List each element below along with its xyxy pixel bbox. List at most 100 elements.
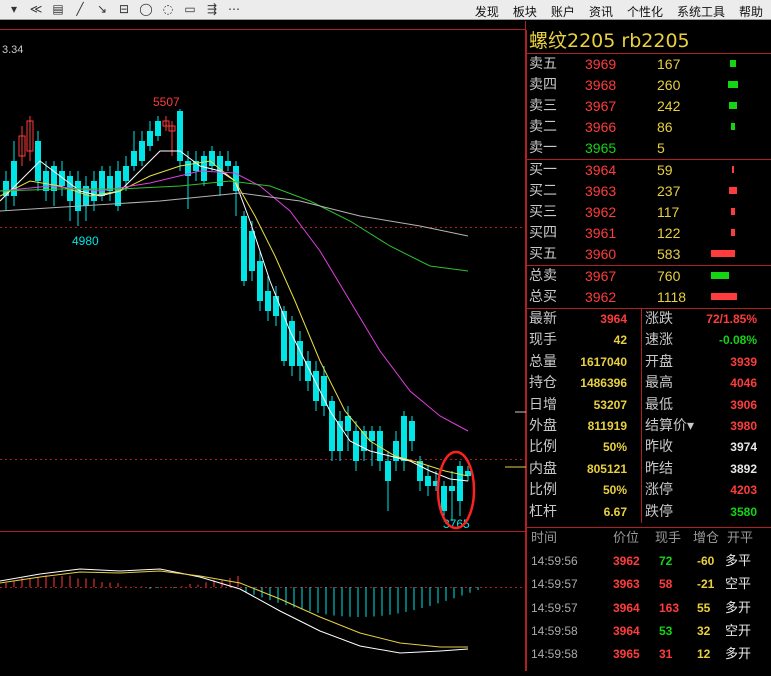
more-icon[interactable]: ⋯ bbox=[226, 2, 242, 16]
level-label: 卖二 bbox=[529, 119, 557, 135]
stat-label: 昨结 bbox=[645, 460, 673, 477]
ellipse-tool-icon[interactable]: ◌ bbox=[160, 2, 176, 16]
dropdown-icon[interactable]: ▾ bbox=[6, 2, 22, 16]
tick-kind: 多平 bbox=[725, 553, 752, 569]
level-price: 3964 bbox=[585, 162, 617, 178]
volume-bar bbox=[728, 187, 738, 194]
kline-chart[interactable]: 3.34 5507 4980 3765 bbox=[0, 21, 526, 671]
stat-label: 开盘 bbox=[645, 353, 673, 370]
menu-account[interactable]: 账户 bbox=[551, 3, 575, 20]
quote-panel: 螺纹2205 rb2205 卖五 3969 167 卖四 3968 260 卖三 3967 24… bbox=[526, 30, 771, 671]
volume-bar bbox=[711, 250, 735, 257]
stat-value: 50% bbox=[602, 483, 627, 498]
menu-help[interactable]: 帮助 bbox=[739, 3, 763, 20]
stat-label: 速涨 bbox=[645, 332, 673, 349]
tick-delta: -21 bbox=[697, 577, 715, 592]
kline-chart-area[interactable]: 3.34 5507 4980 3765 bbox=[0, 21, 526, 671]
double-chevron-icon[interactable]: ≪ bbox=[28, 2, 44, 16]
level-volume: 86 bbox=[657, 119, 673, 135]
tick-row[interactable]: 14:59:57 3963 58 -21 空平 bbox=[527, 573, 771, 596]
order-level-row[interactable]: 买三 3962 117 bbox=[527, 202, 771, 223]
order-level-row[interactable]: 卖五 3969 167 bbox=[527, 54, 771, 75]
level-label: 卖一 bbox=[529, 140, 557, 156]
order-level-row[interactable]: 买五 3960 583 bbox=[527, 244, 771, 265]
order-level-row[interactable]: 卖一 3965 5 bbox=[527, 138, 771, 159]
candle-body-down bbox=[449, 486, 455, 491]
candle-body-down bbox=[241, 216, 247, 281]
candle-body-down bbox=[281, 311, 287, 361]
candle-body-down bbox=[139, 141, 145, 161]
line-tool-icon[interactable]: ╱ bbox=[72, 2, 88, 16]
tick-list[interactable]: 14:59:56 3962 72 -60 多平 14:59:57 3963 58 -21 空平 14… bbox=[527, 550, 771, 667]
level-volume: 260 bbox=[657, 77, 681, 93]
candle-body-down bbox=[385, 461, 391, 481]
candle-body-down bbox=[225, 161, 231, 166]
order-level-row[interactable]: 总卖 3967 760 bbox=[527, 266, 771, 287]
order-level-row[interactable]: 买二 3963 237 bbox=[527, 181, 771, 202]
circle-tool-icon[interactable]: ◯ bbox=[138, 2, 154, 16]
order-level-row[interactable]: 卖二 3966 86 bbox=[527, 117, 771, 138]
level-volume: 59 bbox=[657, 162, 673, 178]
menu-news[interactable]: 资讯 bbox=[589, 3, 613, 20]
order-level-row[interactable]: 卖四 3968 260 bbox=[527, 75, 771, 96]
ticks-header-qty: 现手 bbox=[655, 530, 682, 546]
volume-bar bbox=[730, 208, 736, 215]
menu-system-tools[interactable]: 系统工具 bbox=[677, 3, 725, 20]
stat-value: 811919 bbox=[587, 418, 627, 433]
candle-body-down bbox=[369, 431, 375, 441]
level-price: 3962 bbox=[585, 204, 617, 220]
tick-delta: 12 bbox=[697, 647, 711, 662]
menu-discover[interactable]: 发现 bbox=[475, 3, 499, 20]
stat-value: 72/1.85% bbox=[706, 312, 757, 326]
level-price: 3961 bbox=[585, 225, 617, 241]
ticks-header-price: 价位 bbox=[613, 530, 640, 546]
level-volume: 122 bbox=[657, 225, 681, 241]
stat-label: 最低 bbox=[645, 396, 673, 413]
tick-qty: 53 bbox=[659, 624, 673, 639]
level-price: 3965 bbox=[585, 140, 617, 156]
candle-body-down bbox=[457, 466, 463, 501]
tick-row[interactable]: 14:59:58 3965 31 12 多开 bbox=[527, 643, 771, 666]
stat-label[interactable]: 结算价▾ bbox=[645, 416, 694, 437]
candle-body-down bbox=[297, 341, 303, 366]
order-level-row[interactable]: 总买 3962 1118 bbox=[527, 287, 771, 308]
box-tool-icon[interactable]: ⊟ bbox=[116, 2, 132, 16]
level-label: 买一 bbox=[529, 162, 557, 178]
toolbar-icons: ▾ ≪ ▤ ╱ ↘ ⊟ ◯ ◌ ▭ ⇶ ⋯ bbox=[6, 2, 242, 16]
stat-value: 3906 bbox=[730, 397, 757, 412]
order-level-row[interactable]: 买一 3964 59 bbox=[527, 160, 771, 181]
level-label: 买四 bbox=[529, 225, 557, 241]
stat-value: 4203 bbox=[730, 483, 757, 498]
arrow-tool-icon[interactable]: ↘ bbox=[94, 2, 110, 16]
stat-value: 3974 bbox=[730, 440, 757, 455]
rect-tool-icon[interactable]: ▭ bbox=[182, 2, 198, 16]
tick-qty: 72 bbox=[659, 553, 673, 568]
candle-body-down bbox=[131, 151, 137, 166]
tick-row[interactable]: 14:59:56 3962 72 -60 多平 bbox=[527, 550, 771, 573]
tick-row[interactable]: 14:59:57 3964 163 55 多开 bbox=[527, 597, 771, 620]
order-level-row[interactable]: 卖三 3967 242 bbox=[527, 96, 771, 117]
stat-label: 内盘 bbox=[529, 460, 557, 477]
candle-body-down bbox=[249, 231, 255, 271]
order-level-row[interactable]: 买四 3961 122 bbox=[527, 223, 771, 244]
tick-row[interactable]: 14:59:58 3964 53 32 空开 bbox=[527, 620, 771, 643]
tick-price: 3964 bbox=[613, 624, 640, 639]
stat-value: 6.67 bbox=[603, 504, 627, 519]
stat-label: 现手 bbox=[529, 332, 557, 349]
tick-price: 3964 bbox=[613, 600, 640, 615]
table-icon[interactable]: ▤ bbox=[50, 2, 66, 16]
level-volume: 1118 bbox=[657, 289, 687, 305]
candle-body-down bbox=[425, 476, 431, 486]
tick-delta: -60 bbox=[697, 553, 715, 568]
stats-row: 日增 53207 最低 3906 bbox=[527, 395, 771, 416]
menu-personalize[interactable]: 个性化 bbox=[627, 3, 663, 20]
volume-bar bbox=[711, 272, 729, 279]
stat-label: 总量 bbox=[529, 353, 557, 370]
tick-kind: 空开 bbox=[725, 624, 752, 640]
low-price-label: 4980 bbox=[72, 234, 99, 248]
menu-sectors[interactable]: 板块 bbox=[513, 3, 537, 20]
tick-price: 3965 bbox=[613, 647, 640, 662]
level-label: 卖三 bbox=[529, 98, 557, 114]
stat-value: 3892 bbox=[730, 461, 757, 476]
fib-tool-icon[interactable]: ⇶ bbox=[204, 2, 220, 16]
